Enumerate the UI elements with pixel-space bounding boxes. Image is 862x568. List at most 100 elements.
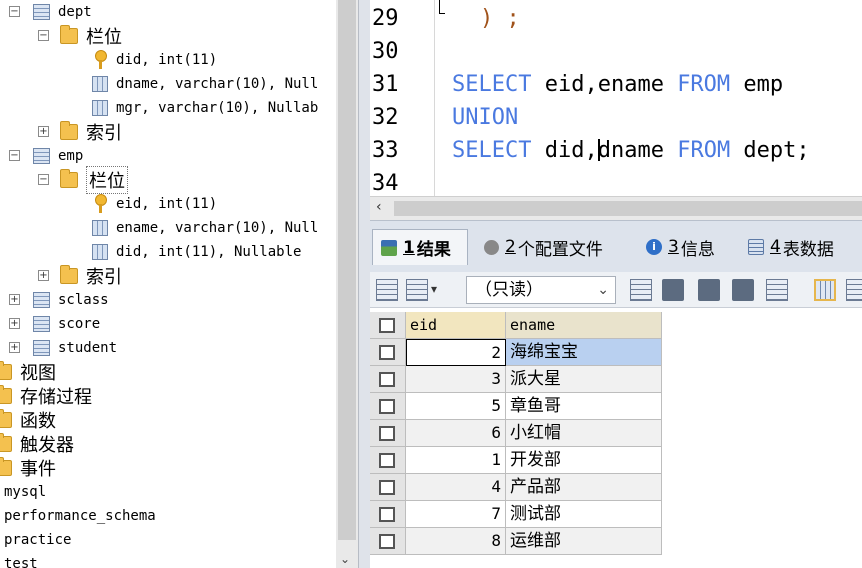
scrollbar-thumb[interactable] (338, 0, 356, 540)
fold-marker[interactable] (439, 0, 440, 14)
duplicate-row-icon[interactable] (662, 279, 684, 301)
cell-eid[interactable]: 8 (406, 528, 506, 555)
collapse-toggle-emp-columns[interactable]: − (38, 174, 49, 185)
column-icon (92, 220, 108, 236)
tab-messages[interactable]: i 3 信息 (638, 229, 723, 265)
line-number: 34 (372, 171, 399, 196)
row-checkbox[interactable] (370, 420, 406, 447)
tree-item-column[interactable]: did, int(11) (92, 48, 217, 72)
tree-item-events[interactable]: 事件 (0, 456, 56, 480)
table-icon (33, 4, 50, 20)
cell-ename[interactable]: 小红帽 (506, 420, 662, 447)
tree-item-emp-columns[interactable]: 栏位 (60, 166, 128, 194)
line-number: 32 (372, 105, 399, 130)
form-view-icon[interactable] (846, 279, 862, 301)
tree-item-column[interactable]: dname, varchar(10), Null (92, 72, 318, 96)
row-checkbox[interactable] (370, 366, 406, 393)
tree-item-score[interactable]: score (33, 312, 100, 336)
tree-item-triggers[interactable]: 触发器 (0, 432, 74, 456)
cell-eid[interactable]: 3 (406, 366, 506, 393)
tree-item-functions[interactable]: 函数 (0, 408, 56, 432)
insert-row-icon[interactable] (630, 279, 652, 301)
row-checkbox[interactable] (370, 393, 406, 420)
tree-item-views[interactable]: 视图 (0, 360, 56, 384)
tree-item-sclass[interactable]: sclass (33, 288, 109, 312)
cell-eid[interactable]: 6 (406, 420, 506, 447)
cell-ename[interactable]: 派大星 (506, 366, 662, 393)
cell-eid[interactable]: 7 (406, 501, 506, 528)
tree-item-emp-index[interactable]: 索引 (60, 264, 122, 288)
cell-ename[interactable]: 章鱼哥 (506, 393, 662, 420)
tree-item-column[interactable]: mgr, varchar(10), Nullab (92, 96, 318, 120)
scroll-left-arrow-icon[interactable]: ‹ (376, 199, 382, 215)
tree-vertical-scrollbar[interactable]: ⌄ (336, 0, 358, 568)
primary-key-icon (92, 50, 108, 70)
row-checkbox[interactable] (370, 474, 406, 501)
tree-item-student[interactable]: student (33, 336, 117, 360)
tree-item-database-mysql[interactable]: mysql (4, 480, 46, 504)
grid-view-icon[interactable] (814, 279, 836, 301)
scroll-down-arrow-icon[interactable]: ⌄ (340, 552, 350, 566)
grid-options-icon[interactable] (406, 279, 437, 301)
tree-item-procedures[interactable]: 存储过程 (0, 384, 92, 408)
table-data-icon (748, 239, 764, 255)
delete-trash-icon[interactable] (732, 279, 754, 301)
editor-horizontal-scrollbar[interactable]: ‹ (370, 196, 862, 220)
profile-gear-icon (484, 239, 499, 255)
cell-ename[interactable]: 运维部 (506, 528, 662, 555)
expand-toggle-emp-index[interactable]: + (38, 270, 49, 281)
tree-item-dept-index[interactable]: 索引 (60, 120, 122, 144)
export-grid-icon[interactable] (376, 279, 398, 301)
table-icon (33, 292, 50, 308)
tree-item-database-test[interactable]: test (4, 552, 38, 568)
tab-results[interactable]: 1 结果 (372, 229, 468, 265)
tab-table-data[interactable]: 4 表数据 (740, 229, 842, 265)
cell-eid[interactable]: 2 (406, 339, 506, 366)
tree-item-column[interactable]: eid, int(11) (92, 192, 217, 216)
collapse-toggle-dept-columns[interactable]: − (38, 30, 49, 41)
save-icon[interactable] (698, 279, 720, 301)
cell-ename[interactable]: 测试部 (506, 501, 662, 528)
tree-item-column[interactable]: did, int(11), Nullable (92, 240, 301, 264)
cell-ename[interactable]: 开发部 (506, 447, 662, 474)
edit-mode-select[interactable]: （只读） ⌄ (466, 276, 616, 304)
result-tab-bar: 1 结果 2 个配置文件 i 3 信息 4 表数据 (370, 220, 862, 272)
tab-profiles[interactable]: 2 个配置文件 (476, 229, 611, 265)
row-checkbox[interactable] (370, 501, 406, 528)
tree-item-dept[interactable]: dept (33, 0, 92, 24)
cell-ename[interactable]: 海绵宝宝 (506, 339, 662, 366)
row-checkbox[interactable] (370, 339, 406, 366)
line-number: 30 (372, 39, 399, 64)
code-line-32: UNION (452, 105, 519, 130)
table-icon (33, 340, 50, 356)
column-header-ename[interactable]: ename (506, 312, 662, 339)
chevron-down-icon: ⌄ (597, 282, 609, 298)
scrollbar-thumb[interactable] (394, 201, 862, 216)
folder-icon (0, 409, 12, 428)
cell-eid[interactable]: 1 (406, 447, 506, 474)
pane-splitter[interactable] (358, 0, 370, 568)
tree-item-dept-columns[interactable]: 栏位 (60, 24, 122, 48)
collapse-toggle-emp[interactable]: − (9, 150, 20, 161)
discard-changes-icon[interactable] (766, 279, 788, 301)
cell-eid[interactable]: 4 (406, 474, 506, 501)
tree-item-column[interactable]: ename, varchar(10), Null (92, 216, 318, 240)
table-icon (33, 316, 50, 332)
expand-toggle-sclass[interactable]: + (9, 294, 20, 305)
line-number: 31 (372, 72, 399, 97)
row-checkbox[interactable] (370, 528, 406, 555)
row-checkbox[interactable] (370, 447, 406, 474)
expand-toggle-score[interactable]: + (9, 318, 20, 329)
tree-item-emp[interactable]: emp (33, 144, 83, 168)
tree-item-database-practice[interactable]: practice (4, 528, 71, 552)
expand-toggle-student[interactable]: + (9, 342, 20, 353)
cell-eid[interactable]: 5 (406, 393, 506, 420)
tree-item-database-performance-schema[interactable]: performance_schema (4, 504, 156, 528)
column-header-eid[interactable]: eid (406, 312, 506, 339)
cell-ename[interactable]: 产品部 (506, 474, 662, 501)
collapse-toggle-dept[interactable]: − (9, 6, 20, 17)
sql-editor[interactable]: 29 30 31 32 33 34 ) ; SELECT eid,ename F… (370, 0, 862, 196)
expand-toggle-dept-index[interactable]: + (38, 126, 49, 137)
object-browser-tree: − dept − 栏位 did, int(11) dname, varchar(… (0, 0, 336, 568)
select-all-checkbox[interactable] (370, 312, 406, 339)
